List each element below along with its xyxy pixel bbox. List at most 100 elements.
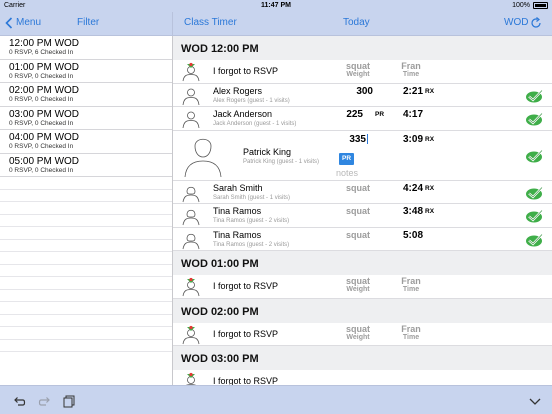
empty-row	[0, 340, 172, 352]
person-outline-icon	[184, 138, 222, 177]
menu-button[interactable]: Menu	[16, 17, 41, 28]
copy-icon[interactable]	[62, 394, 76, 408]
class-summary: 0 RSVP, 6 Checked In	[9, 49, 74, 56]
empty-row	[0, 240, 172, 252]
battery-icon	[533, 2, 548, 9]
fran-time-input[interactable]: 3:09	[391, 134, 423, 145]
text-cursor	[367, 133, 368, 144]
athlete-name: Patrick King	[243, 146, 292, 157]
redo-icon[interactable]	[38, 394, 52, 408]
class-summary: 0 RSVP, 0 Checked In	[9, 143, 74, 150]
wod-button[interactable]: WOD	[504, 17, 528, 28]
col2-title: Fran	[401, 61, 421, 71]
athlete-row-expanded[interactable]: Patrick King Patrick King (guest - 1 vis…	[173, 131, 552, 181]
class-item[interactable]: 04:00 PM WOD 0 RSVP, 0 Checked In	[0, 130, 172, 154]
person-outline-icon	[181, 86, 201, 106]
wod-scoreboard: WOD 12:00 PM I forgot to RSVP squat Weig…	[173, 36, 552, 385]
class-time: 02:00 PM WOD	[9, 85, 80, 96]
empty-row	[0, 177, 172, 190]
rx-tag: RX	[425, 208, 435, 215]
empty-row	[0, 315, 172, 327]
class-item[interactable]: 01:00 PM WOD 0 RSVP, 0 Checked In	[0, 60, 172, 83]
rsvp-row[interactable]: I forgot to RSVP	[173, 370, 552, 385]
empty-row	[0, 252, 172, 265]
status-bar: Carrier 11:47 PM 100%	[0, 0, 552, 12]
rsvp-row[interactable]: I forgot to RSVP squat Weight Fran Time	[173, 275, 552, 299]
add-person-icon	[181, 62, 201, 82]
battery-percent: 100%	[512, 2, 530, 9]
fran-time-input[interactable]: 4:24	[391, 183, 423, 194]
class-time: 04:00 PM WOD	[9, 132, 80, 143]
class-item[interactable]: 03:00 PM WOD 0 RSVP, 0 Checked In	[0, 107, 172, 130]
rsvp-row[interactable]: I forgot to RSVP squat Weight Fran Time	[173, 323, 552, 346]
squat-score-input[interactable]: squat	[333, 206, 383, 216]
rsvp-label: I forgot to RSVP	[213, 328, 279, 339]
rx-tag: RX	[425, 135, 435, 143]
athlete-row[interactable]: Alex Rogers Alex Rogers (guest - 1 visit…	[173, 84, 552, 107]
col2-subtitle: Time	[402, 333, 420, 341]
col1-title: squat	[345, 61, 370, 71]
check-circle-icon[interactable]	[524, 89, 544, 103]
fran-time-input[interactable]: 3:48	[391, 206, 423, 217]
col2-subtitle: Time	[402, 71, 420, 78]
athlete-name: Tina Ramos	[213, 229, 262, 240]
person-outline-icon	[181, 109, 201, 129]
filter-button[interactable]: Filter	[77, 17, 99, 28]
athlete-visits: Tina Ramos (guest - 2 visits)	[213, 241, 290, 248]
add-person-icon	[181, 372, 201, 385]
section-header: WOD 12:00 PM	[173, 36, 552, 60]
athlete-row[interactable]: Sarah Smith Sarah Smith (guest - 1 visit…	[173, 181, 552, 204]
clock: 11:47 PM	[261, 2, 291, 9]
squat-score-input[interactable]: squat	[333, 183, 383, 193]
fran-time-input[interactable]: 4:17	[391, 109, 423, 120]
check-circle-icon[interactable]	[524, 112, 544, 126]
person-outline-icon	[181, 183, 201, 203]
squat-score-input[interactable]: 225	[313, 109, 363, 120]
person-outline-icon	[181, 206, 201, 226]
chevron-down-icon[interactable]	[528, 394, 542, 408]
chevron-left-icon[interactable]	[5, 17, 13, 29]
empty-row	[0, 327, 172, 340]
section-header: WOD 02:00 PM	[173, 298, 552, 323]
check-circle-icon[interactable]	[524, 233, 544, 247]
athlete-visits: Tina Ramos (guest - 2 visits)	[213, 218, 290, 224]
add-person-icon	[181, 277, 201, 297]
class-item[interactable]: 05:00 PM WOD 0 RSVP, 0 Checked In	[0, 154, 172, 177]
athlete-row[interactable]: Tina Ramos Tina Ramos (guest - 2 visits)…	[173, 228, 552, 251]
col2-title: Fran	[401, 323, 421, 334]
athlete-row[interactable]: Jack Anderson Jack Anderson (guest - 1 v…	[173, 107, 552, 131]
refresh-icon[interactable]	[530, 17, 542, 29]
class-item[interactable]: 12:00 PM WOD 0 RSVP, 6 Checked In	[0, 36, 172, 60]
col2-title: Fran	[401, 276, 421, 286]
empty-row	[0, 190, 172, 202]
squat-score-input[interactable]: 335	[318, 134, 368, 145]
fran-time-input[interactable]: 5:08	[391, 230, 423, 241]
class-time: 03:00 PM WOD	[9, 108, 80, 120]
rsvp-label: I forgot to RSVP	[213, 281, 279, 291]
class-item[interactable]: 02:00 PM WOD 0 RSVP, 0 Checked In	[0, 83, 172, 107]
check-circle-icon[interactable]	[524, 209, 544, 223]
class-summary: 0 RSVP, 0 Checked In	[9, 96, 74, 103]
athlete-name: Sarah Smith	[213, 182, 263, 193]
squat-score-input[interactable]: squat	[333, 230, 383, 240]
athlete-name: Tina Ramos	[213, 206, 262, 216]
col1-subtitle: Weight	[346, 71, 370, 78]
squat-score-input[interactable]: 300	[323, 86, 373, 97]
fran-time-input[interactable]: 2:21	[391, 86, 423, 97]
rsvp-row[interactable]: I forgot to RSVP squat Weight Fran Time	[173, 60, 552, 84]
class-time: 12:00 PM WOD	[9, 38, 80, 49]
athlete-name: Jack Anderson	[213, 109, 273, 119]
notes-field[interactable]: notes	[336, 168, 358, 178]
class-summary: 0 RSVP, 0 Checked In	[9, 166, 74, 174]
col1-title: squat	[345, 276, 370, 286]
pr-toggle[interactable]: PR	[339, 152, 354, 165]
empty-row	[0, 290, 172, 302]
class-timer-button[interactable]: Class Timer	[184, 17, 237, 28]
check-circle-icon[interactable]	[524, 186, 544, 200]
undo-icon[interactable]	[12, 394, 26, 408]
today-button[interactable]: Today	[343, 17, 370, 28]
person-outline-icon	[181, 230, 201, 250]
check-circle-icon[interactable]	[524, 149, 544, 163]
athlete-name: Alex Rogers	[213, 85, 263, 96]
athlete-row[interactable]: Tina Ramos Tina Ramos (guest - 2 visits)…	[173, 204, 552, 228]
